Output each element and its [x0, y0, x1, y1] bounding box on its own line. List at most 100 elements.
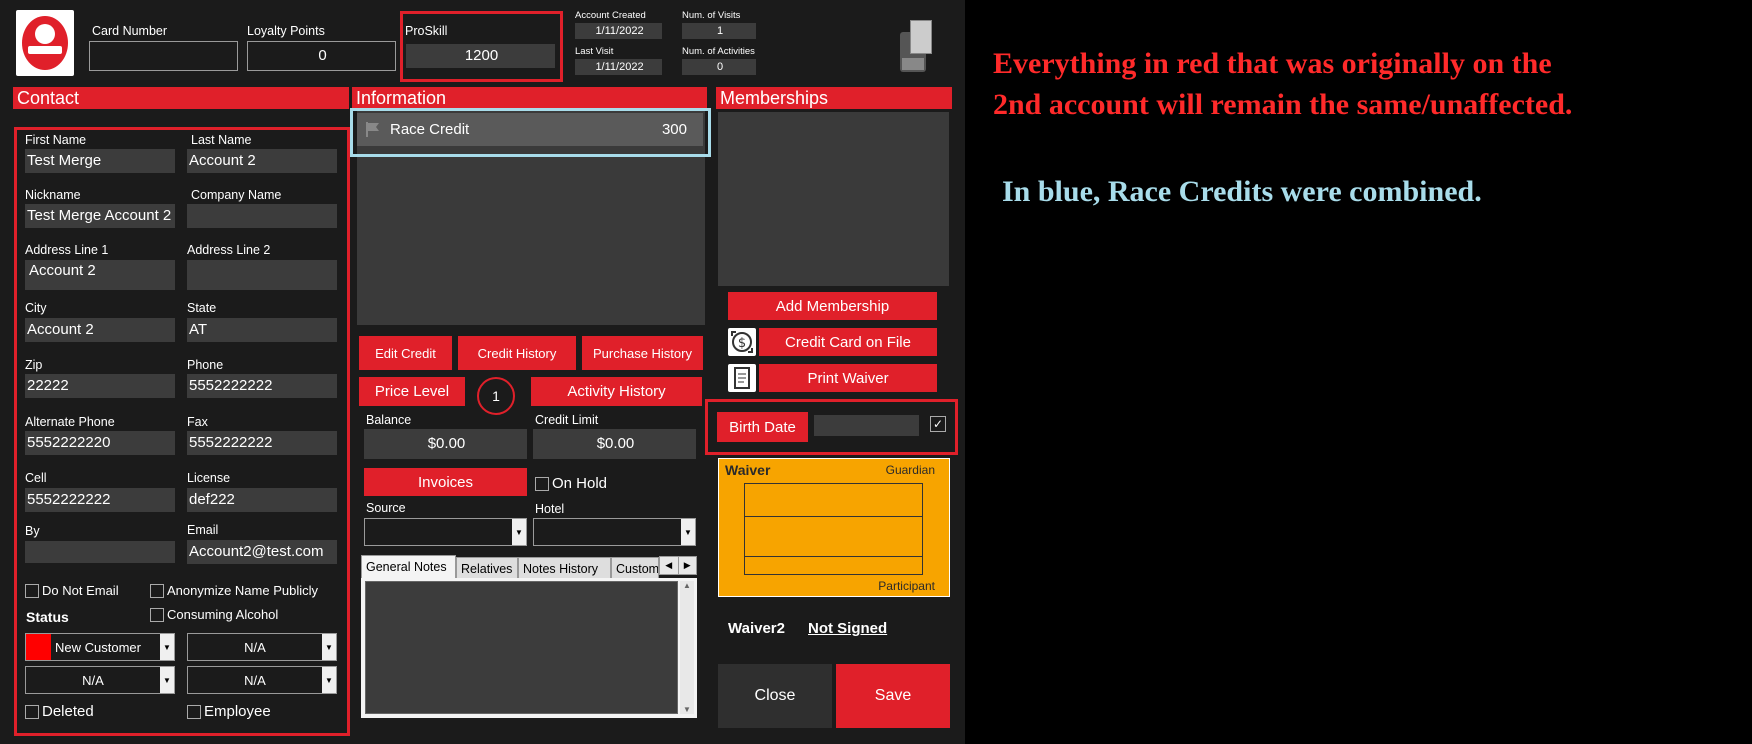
license-input[interactable]: def222: [187, 488, 337, 512]
checkbox-box: [187, 704, 201, 719]
price-level-button[interactable]: Price Level: [359, 377, 465, 406]
employee-text: Employee: [204, 703, 271, 720]
deleted-checkbox[interactable]: Deleted: [25, 703, 94, 720]
nickname-input[interactable]: Test Merge Account 2: [25, 204, 175, 228]
anonymize-text: Anonymize Name Publicly: [167, 583, 319, 598]
contact-dropdown-2[interactable]: N/A ▼: [187, 633, 337, 661]
close-button[interactable]: Close: [718, 664, 832, 728]
source-label: Source: [366, 501, 406, 515]
loyalty-points-input[interactable]: 0: [247, 41, 396, 71]
first-name-label: First Name: [25, 133, 87, 147]
address1-label: Address Line 1: [25, 243, 109, 257]
tab-general-notes[interactable]: General Notes: [361, 555, 456, 579]
phone-input[interactable]: 5552222222: [187, 374, 337, 398]
waiver-title: Waiver: [725, 462, 771, 478]
city-label: City: [25, 301, 47, 315]
proskill-input[interactable]: 1200: [406, 44, 555, 68]
account-created-value: 1/11/2022: [575, 23, 662, 39]
credit-history-button[interactable]: Credit History: [458, 336, 576, 370]
scroll-up-icon: ▲: [683, 581, 691, 590]
consuming-alcohol-checkbox[interactable]: Consuming Alcohol: [150, 607, 278, 622]
add-membership-button[interactable]: Add Membership: [728, 292, 937, 320]
tab-scroll-buttons[interactable]: ◀ ▶: [659, 556, 697, 575]
address2-input[interactable]: [187, 260, 337, 290]
activity-history-button[interactable]: Activity History: [531, 377, 702, 406]
address1-input[interactable]: Account 2: [25, 260, 175, 290]
card-number-input[interactable]: [89, 41, 238, 71]
chevron-down-icon: ▼: [160, 667, 174, 693]
scroll-left-icon[interactable]: ◀: [660, 557, 679, 574]
notes-textarea[interactable]: [365, 581, 678, 714]
state-input[interactable]: AT: [187, 318, 337, 342]
dropdown-value: N/A: [244, 639, 266, 655]
annotation-red-line2: 2nd account will remain the same/unaffec…: [993, 88, 1573, 121]
company-input[interactable]: [187, 204, 337, 228]
on-hold-text: On Hold: [552, 475, 608, 492]
chevron-down-icon: ▼: [681, 519, 695, 545]
tab-custom[interactable]: Custom: [611, 557, 659, 579]
company-label: Company Name: [191, 188, 282, 202]
nickname-label: Nickname: [25, 188, 81, 202]
num-activities-value: 0: [682, 59, 756, 75]
edit-credit-button[interactable]: Edit Credit: [359, 336, 452, 370]
waiver-card[interactable]: Waiver Guardian Participant: [718, 458, 950, 597]
email-input[interactable]: Account2@test.com: [187, 540, 337, 564]
waiver2-status-link[interactable]: Not Signed: [808, 620, 887, 637]
tab-notes-history[interactable]: Notes History: [518, 557, 611, 579]
print-waiver-icon: [728, 364, 756, 392]
tab-relatives[interactable]: Relatives: [456, 557, 518, 579]
birth-date-button[interactable]: Birth Date: [717, 412, 808, 442]
chevron-down-icon: ▼: [322, 634, 336, 660]
scroll-right-icon[interactable]: ▶: [679, 557, 697, 574]
consuming-alcohol-text: Consuming Alcohol: [167, 607, 279, 622]
zip-label: Zip: [25, 358, 43, 372]
memberships-header: Memberships: [716, 87, 952, 109]
invoices-button[interactable]: Invoices: [364, 468, 527, 496]
chevron-down-icon: ▼: [322, 667, 336, 693]
birth-date-checkbox[interactable]: ✓: [930, 416, 946, 432]
save-button[interactable]: Save: [836, 664, 950, 728]
source-dropdown[interactable]: ▼: [364, 518, 527, 546]
checkbox-box: [25, 704, 39, 719]
alt-phone-input[interactable]: 5552222220: [25, 431, 175, 455]
employee-checkbox[interactable]: Employee: [187, 703, 271, 720]
checkbox-box: [535, 476, 549, 491]
first-name-input[interactable]: Test Merge: [25, 149, 175, 173]
city-input[interactable]: Account 2: [25, 318, 175, 342]
deleted-text: Deleted: [42, 703, 94, 720]
notes-scrollbar[interactable]: ▲ ▼: [680, 581, 694, 714]
status-dropdown-value: New Customer: [55, 639, 141, 655]
address2-label: Address Line 2: [187, 243, 271, 257]
contact-header: Contact: [13, 87, 349, 109]
credit-limit-value: $0.00: [533, 429, 696, 459]
waiver-guardian: Guardian: [885, 463, 935, 477]
memberships-list: [718, 112, 949, 286]
fax-input[interactable]: 5552222222: [187, 431, 337, 455]
credit-card-on-file-button[interactable]: Credit Card on File: [759, 328, 937, 356]
contact-dropdown-4[interactable]: N/A ▼: [187, 666, 337, 694]
status-label: Status: [26, 609, 69, 625]
proskill-label: ProSkill: [405, 24, 448, 38]
balance-value: $0.00: [364, 429, 527, 459]
cell-input[interactable]: 5552222222: [25, 488, 175, 512]
contact-dropdown-3[interactable]: N/A ▼: [25, 666, 175, 694]
card-reader-icon[interactable]: [898, 18, 934, 74]
do-not-email-checkbox[interactable]: Do Not Email: [25, 583, 119, 598]
alt-phone-label: Alternate Phone: [25, 415, 115, 429]
last-name-input[interactable]: Account 2: [187, 149, 337, 173]
checkbox-box: [25, 583, 39, 598]
cell-label: Cell: [25, 471, 47, 485]
checkbox-box: [150, 607, 164, 622]
zip-input[interactable]: 22222: [25, 374, 175, 398]
credit-card-icon: $: [728, 328, 756, 356]
status-dropdown[interactable]: New Customer ▼: [25, 633, 175, 661]
by-input[interactable]: [25, 541, 175, 563]
purchase-history-button[interactable]: Purchase History: [582, 336, 703, 370]
anonymize-checkbox[interactable]: Anonymize Name Publicly: [150, 583, 318, 598]
on-hold-checkbox[interactable]: On Hold: [535, 475, 607, 492]
hotel-dropdown[interactable]: ▼: [533, 518, 696, 546]
waiver-participant: Participant: [878, 579, 935, 593]
num-activities-label: Num. of Activities: [682, 46, 755, 57]
birth-date-input[interactable]: [814, 415, 919, 436]
print-waiver-button[interactable]: Print Waiver: [759, 364, 937, 392]
